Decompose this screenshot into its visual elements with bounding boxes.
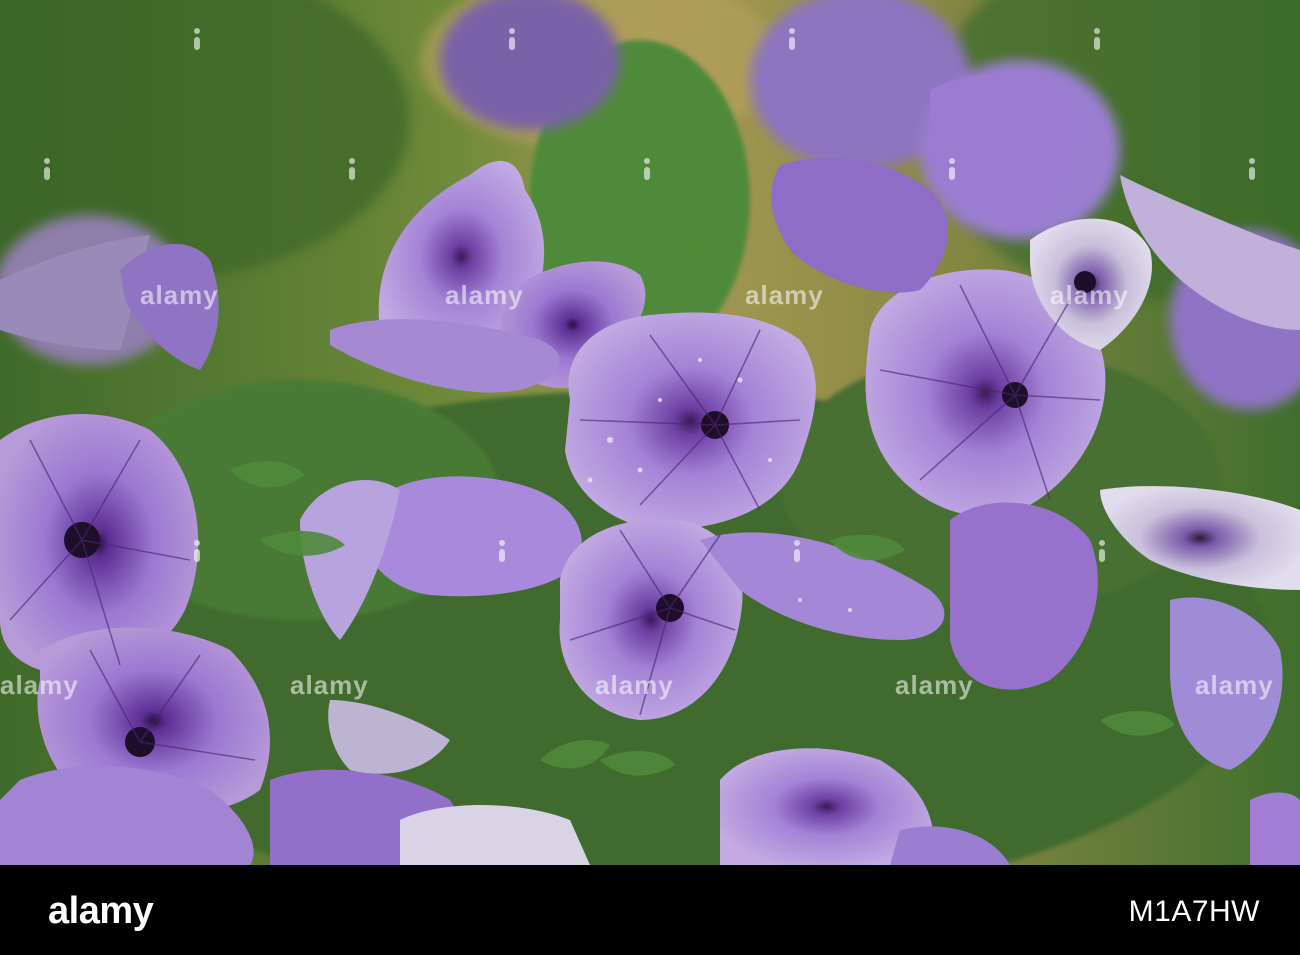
- watermark-text: alamy: [595, 670, 674, 700]
- watermark-icon: [505, 28, 519, 50]
- watermark-icon: [40, 158, 54, 180]
- watermark-text: alamy: [445, 280, 524, 310]
- watermark-text: alamy: [1195, 670, 1274, 700]
- petunia-photo: [0, 0, 1300, 865]
- watermark-icon: [790, 540, 804, 562]
- image-id: M1A7HW: [1128, 895, 1260, 928]
- watermark-text: alamy: [745, 280, 824, 310]
- watermark-text: alamy: [140, 280, 219, 310]
- watermark-icon: [945, 158, 959, 180]
- watermark-icon: [1090, 28, 1104, 50]
- watermark-icon: [1245, 158, 1259, 180]
- watermark-text: alamy: [895, 670, 974, 700]
- watermark-text: alamy: [290, 670, 369, 700]
- watermark-icon: [190, 540, 204, 562]
- watermark-icon: [495, 540, 509, 562]
- watermark-icon: [190, 28, 204, 50]
- watermark-icon: [640, 158, 654, 180]
- watermark-icon: [345, 158, 359, 180]
- alamy-logo[interactable]: alamy: [48, 890, 154, 933]
- watermark-text: alamy: [1050, 280, 1129, 310]
- photo: alamy alamy alamy alamy alamy alamy alam…: [0, 0, 1300, 865]
- footer-bar: alamy M1A7HW: [0, 865, 1300, 955]
- watermark-text: alamy: [0, 670, 79, 700]
- watermark-icon: [1095, 540, 1109, 562]
- watermark-icon: [785, 28, 799, 50]
